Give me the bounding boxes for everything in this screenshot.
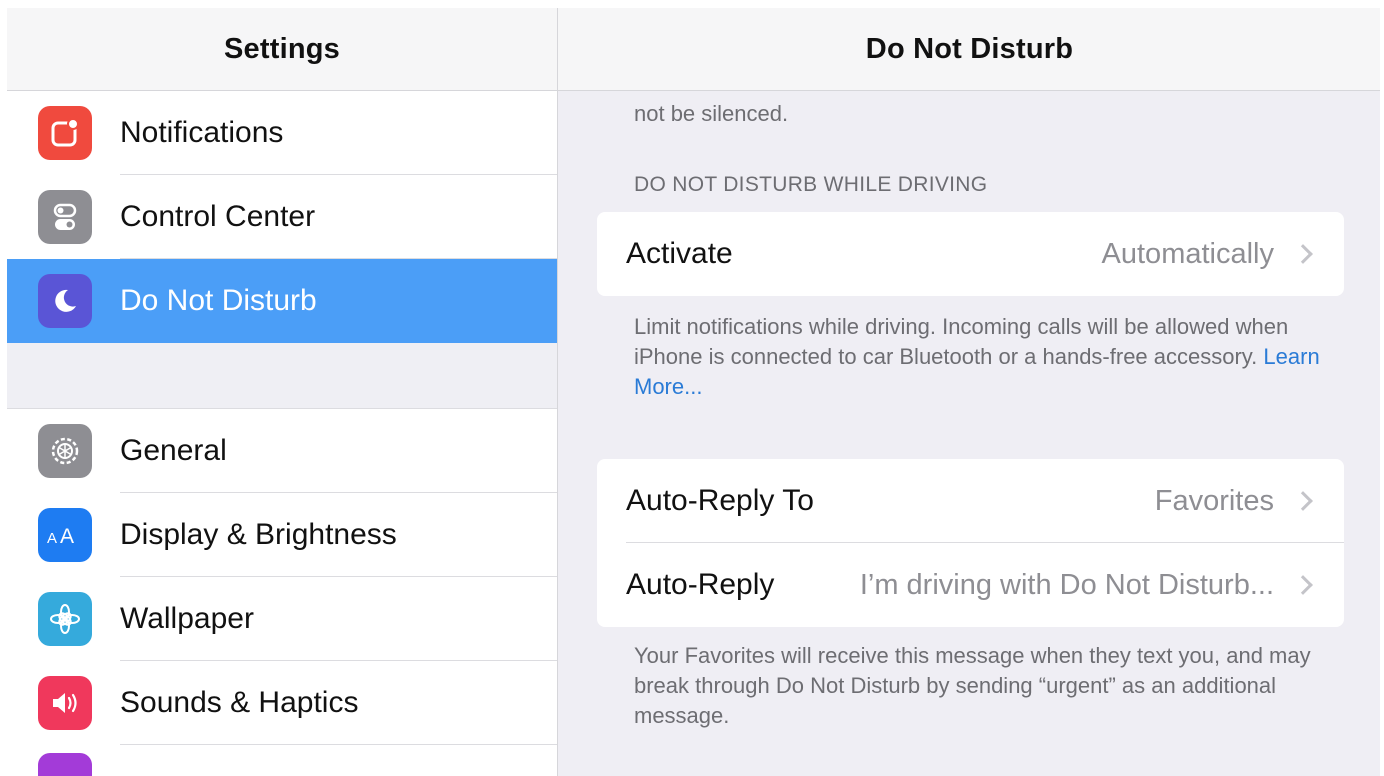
favorites-note: Your Favorites will receive this message…: [634, 643, 1311, 728]
top-note: not be silenced.: [634, 101, 789, 126]
sidebar-nav-bar: Settings: [7, 8, 557, 91]
activate-row[interactable]: Activate Automatically: [597, 212, 1344, 296]
sidebar-item-do-not-disturb[interactable]: Do Not Disturb: [7, 259, 557, 343]
sidebar-item-general[interactable]: General: [7, 409, 557, 493]
wallpaper-icon: [38, 592, 92, 646]
driving-note-text: Limit notifications while driving. Incom…: [634, 314, 1289, 369]
gear-icon: [38, 424, 92, 478]
sidebar-item-sounds-haptics[interactable]: Sounds & Haptics: [7, 661, 557, 745]
auto-reply-label: Auto-Reply: [626, 568, 775, 601]
sidebar-group-gap: [7, 343, 557, 409]
app-icon: [38, 753, 92, 776]
sidebar-item-label: Wallpaper: [120, 602, 254, 635]
driving-note: Limit notifications while driving. Incom…: [634, 312, 1334, 402]
auto-reply-to-row[interactable]: Auto-Reply To Favorites: [597, 459, 1344, 543]
sidebar-item-display-brightness[interactable]: AA Display & Brightness: [7, 493, 557, 577]
sidebar-item-label: Display & Brightness: [120, 518, 397, 551]
sidebar-group-1: Notifications Control Center Do Not Dist…: [7, 91, 557, 343]
activate-value: Automatically: [1101, 237, 1274, 270]
control-center-icon: [38, 190, 92, 244]
auto-reply-row[interactable]: Auto-Reply I’m driving with Do Not Distu…: [597, 543, 1344, 627]
detail-nav-bar: Do Not Disturb: [558, 8, 1380, 91]
sidebar-item-label: Do Not Disturb: [120, 284, 317, 317]
detail-pane: Do Not Disturb not be silenced. DO NOT D…: [557, 8, 1380, 776]
detail-title: Do Not Disturb: [865, 32, 1074, 65]
sidebar-item-label: Notifications: [120, 116, 284, 149]
moon-icon: [38, 274, 92, 328]
activate-card: Activate Automatically: [597, 212, 1344, 296]
chevron-right-icon: [1293, 244, 1313, 264]
activate-label: Activate: [626, 237, 733, 270]
settings-sidebar: Settings Notifications Control Center Do…: [7, 8, 557, 776]
chevron-right-icon: [1293, 491, 1313, 511]
auto-reply-to-label: Auto-Reply To: [626, 484, 814, 517]
auto-reply-value: I’m driving with Do Not Disturb...: [859, 568, 1274, 601]
sidebar-item-label: Control Center: [120, 200, 316, 233]
display-brightness-icon: AA: [38, 508, 92, 562]
sidebar-item-control-center[interactable]: Control Center: [7, 175, 557, 259]
notifications-icon: [38, 106, 92, 160]
auto-reply-card: Auto-Reply To Favorites Auto-Reply I’m d…: [597, 459, 1344, 627]
sidebar-title: Settings: [224, 32, 340, 65]
sidebar-group-2: General AA Display & Brightness Wallpape…: [7, 409, 557, 776]
sidebar-item-wallpaper[interactable]: Wallpaper: [7, 577, 557, 661]
svg-text:A: A: [60, 525, 74, 548]
sidebar-item-notifications[interactable]: Notifications: [7, 91, 557, 175]
driving-section-header: DO NOT DISTURB WHILE DRIVING: [634, 173, 988, 196]
auto-reply-to-value: Favorites: [1154, 484, 1274, 517]
sidebar-item-label: General: [120, 434, 227, 467]
sidebar-item-partial[interactable]: [7, 745, 557, 776]
sidebar-item-label: Sounds & Haptics: [120, 686, 359, 719]
speaker-icon: [38, 676, 92, 730]
chevron-right-icon: [1293, 575, 1313, 595]
svg-text:A: A: [47, 530, 57, 547]
